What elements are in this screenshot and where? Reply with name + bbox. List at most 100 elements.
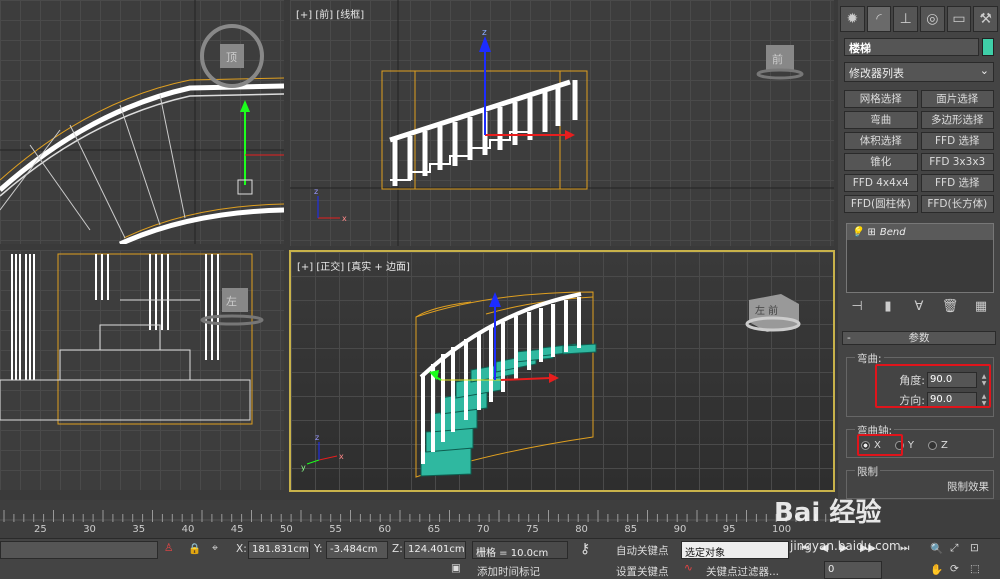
command-panel: ✹ ◜ ⊥ ◎ ▭ ⚒ 楼梯 修改器列表 ⌄ 网格选择 面片选择 弯曲 多边形选… [838,0,1000,500]
current-frame-field[interactable]: 0 [824,561,882,579]
persp-axis-z: z [315,433,319,442]
set-key-button[interactable]: 设置关键点 [616,564,669,579]
motion-tab-icon[interactable]: ◎ [920,6,945,32]
modifier-button[interactable]: 锥化 [844,153,918,171]
absolute-transform-icon[interactable]: ⌖ [212,542,218,555]
watermark-logo: Bai 经验 [774,492,881,529]
x-coord-label: X: [236,543,247,555]
modifier-stack[interactable]: 💡 ⊞ Bend [846,223,994,293]
modifier-button[interactable]: 面片选择 [920,90,994,108]
orbit-icon[interactable]: ⟳ [950,563,959,575]
app-window: 顶 [+] [前] [线框] z 前 z x 左 [+] [正交] [真实 + … [0,0,1000,579]
modifier-button[interactable]: 多边形选择 [920,111,994,129]
modifier-list-dropdown[interactable]: 修改器列表 ⌄ [844,62,994,82]
modifier-button[interactable]: 体积选择 [844,132,918,150]
zoom-all-icon[interactable]: ⤢ [950,542,958,555]
object-color-swatch[interactable] [982,38,994,56]
front-view-geometry: z 前 z x [290,0,834,246]
time-tick-label: 60 [378,524,392,535]
object-name-field[interactable]: 楼梯 [844,38,979,56]
time-tick-label: 95 [722,524,736,535]
stack-item-bend[interactable]: 💡 ⊞ Bend [847,224,993,240]
utilities-tab-icon[interactable]: ⚒ [973,6,999,32]
viewcube-ortho[interactable]: 左 前 [745,294,801,332]
lightbulb-icon[interactable]: 💡 [851,227,863,238]
expand-plus-icon[interactable]: ⊞ [867,227,875,238]
left-view-geometry: 左 [0,253,264,425]
modifier-button[interactable]: 网格选择 [844,90,918,108]
add-time-tag-button[interactable]: 添加时间标记 [477,564,540,579]
modifier-button[interactable]: FFD(长方体) [920,195,994,213]
key-selection-dropdown[interactable]: 选定对象 [681,541,789,559]
time-tick-label: 70 [476,524,490,535]
time-tick-label: 55 [329,524,342,535]
zoom-icon[interactable]: 🔍 [930,542,943,555]
viewport-orthographic[interactable]: [+] [正交] [真实 + 边面] 左 前 z y x [289,250,835,492]
time-tick-label: 80 [575,524,588,535]
stack-toolbar: ⊣ ▮ ∀ 🗑 ▦ [838,293,1000,323]
key-selection-value: 选定对象 [685,548,725,559]
key-filters-button[interactable]: 关键点过滤器... [706,564,779,579]
create-tab-icon[interactable]: ✹ [840,6,865,32]
lock-selection-icon[interactable]: 🔒 [188,542,201,555]
display-tab-icon[interactable]: ▭ [946,6,972,32]
bend-group: 弯曲: 角度: 90.0 ▲ ▼ 方向: 90.0 ▲ ▼ [846,351,994,417]
stack-item-label: Bend [879,226,906,238]
bend-axis-group: 弯曲轴: X Y Z [846,423,994,458]
limit-group-title: 限制 [855,464,880,479]
highlight-box-angle-direction [875,364,991,408]
viewcube-front-label: 前 [772,52,783,66]
viewport-top[interactable]: 顶 [0,0,284,244]
z-coord-field[interactable]: 124.401cm [404,541,466,559]
key-mode-icon[interactable]: ⚷ [580,541,590,557]
modifier-button[interactable]: 弯曲 [844,111,918,129]
modifier-button[interactable]: FFD 选择 [920,174,994,192]
time-tick-label: 65 [427,524,441,535]
modify-tab-icon[interactable]: ◜ [866,6,892,32]
x-coord-field[interactable]: 181.831cm [248,541,310,559]
gizmo-z-label: z [482,28,487,38]
rollout-title: 参数 [908,332,930,344]
y-coord-field[interactable]: -3.484cm [326,541,388,559]
modifier-button[interactable]: FFD 3x3x3 [920,153,994,171]
isolate-selection-icon[interactable]: ♙ [164,542,173,554]
persp-axis-y: y [301,463,306,472]
zoom-extents-icon[interactable]: ⊡ [970,542,979,554]
hierarchy-tab-icon[interactable]: ⊥ [893,6,919,32]
viewport-front[interactable]: [+] [前] [线框] z 前 z x [290,0,834,246]
make-unique-icon[interactable]: ∀ [910,299,928,317]
modifier-button[interactable]: FFD 选择 [920,132,994,150]
time-tick-label: 40 [181,524,195,535]
pin-stack-icon[interactable]: ⊣ [848,299,866,317]
modifier-button[interactable]: FFD 4x4x4 [844,174,918,192]
command-panel-tabs: ✹ ◜ ⊥ ◎ ▭ ⚒ [838,0,1000,34]
remove-modifier-icon[interactable]: 🗑 [941,299,959,317]
persp-axis-x: x [339,452,344,461]
collapse-minus-icon: - [847,332,851,344]
viewcube-left-label: 左 [226,295,237,308]
y-coord-label: Y: [314,543,323,555]
time-tick-label: 85 [624,524,638,535]
time-ruler[interactable] [0,508,838,536]
axis-tripod-x: x [342,214,347,223]
modifier-button[interactable]: FFD(圆柱体) [844,195,918,213]
time-tick-label: 30 [83,524,96,535]
time-tick-label: 50 [280,524,293,535]
viewcube-top-label: 顶 [226,51,237,64]
auto-key-button[interactable]: 自动关键点 [616,543,669,558]
time-tag-icon: ▣ [451,562,461,574]
time-tick-label: 45 [230,524,244,535]
time-tick-label: 35 [132,524,146,535]
ortho-view-geometry: 左 前 z y x [301,291,801,478]
viewport-left[interactable]: 左 [0,250,284,490]
goto-end-icon[interactable]: ⏭ [900,542,909,555]
show-end-result-icon[interactable]: ▮ [879,299,897,317]
configure-sets-icon[interactable]: ▦ [972,299,990,317]
parameters-rollout[interactable]: - 参数 [842,331,996,345]
maximize-viewport-icon[interactable]: ⬚ [970,563,980,575]
pan-hand-icon[interactable]: ✋ [930,563,943,576]
axis-tripod-z: z [314,187,318,196]
radio-icon [927,441,937,450]
axis-y-label: Y [907,440,914,451]
axis-radio-z[interactable]: Z [927,440,948,451]
